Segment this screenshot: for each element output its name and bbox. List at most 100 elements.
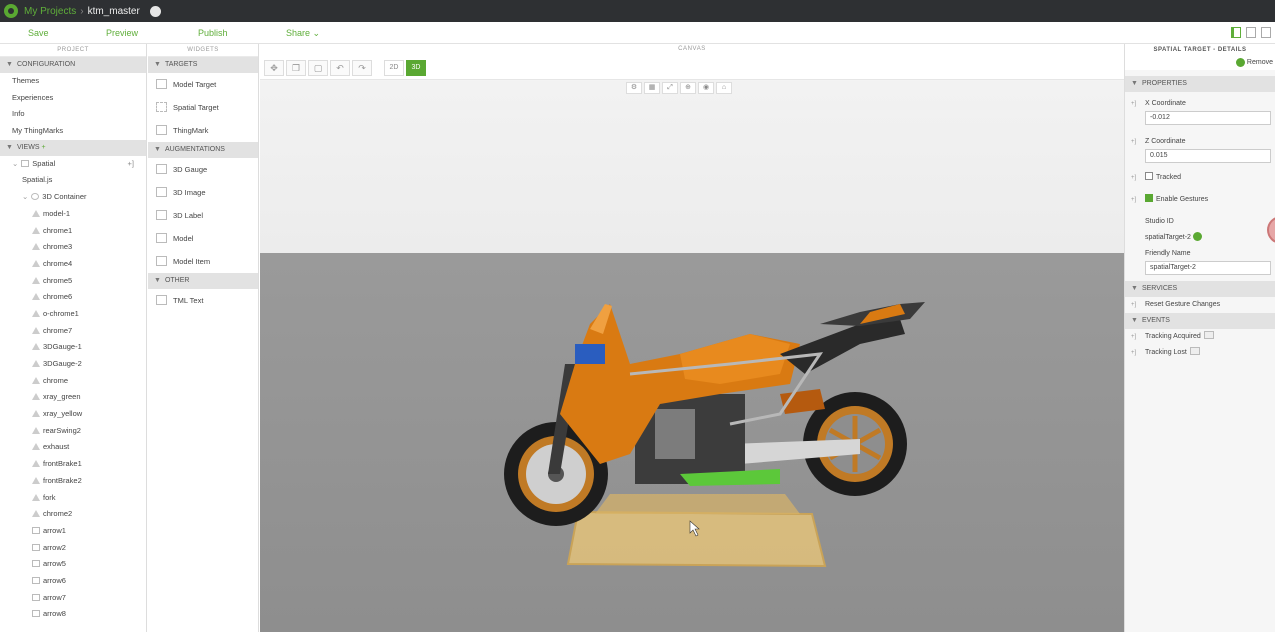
share-button[interactable]: Share ⌄: [286, 28, 320, 39]
copy-icon[interactable]: ❐: [286, 60, 306, 76]
tree-item[interactable]: xray_yellow: [0, 406, 146, 423]
tree-item[interactable]: fork: [0, 490, 146, 507]
layout-bottom-panel-icon[interactable]: [1246, 27, 1256, 38]
tree-item[interactable]: chrome: [0, 373, 146, 390]
binding-icon[interactable]: +]: [128, 156, 134, 173]
delete-icon[interactable]: ▢: [308, 60, 328, 76]
tree-item[interactable]: chrome7: [0, 323, 146, 340]
tree-item[interactable]: chrome5: [0, 273, 146, 290]
configuration-section-header[interactable]: ▼ CONFIGURATION: [0, 57, 146, 73]
configuration-item[interactable]: Themes: [0, 73, 146, 90]
configuration-item[interactable]: My ThingMarks: [0, 123, 146, 140]
app-logo-icon[interactable]: [4, 4, 18, 18]
tree-item[interactable]: chrome1: [0, 223, 146, 240]
tree-item[interactable]: 3DGauge-1: [0, 339, 146, 356]
services-section-header[interactable]: ▼ SERVICES: [1125, 281, 1275, 297]
binding-icon[interactable]: +]: [1131, 189, 1136, 211]
widget-item[interactable]: 3D Gauge: [148, 158, 258, 181]
redo-icon[interactable]: ↷: [352, 60, 372, 76]
info-icon[interactable]: [149, 5, 161, 17]
tree-item-label: chrome2: [43, 509, 73, 519]
targets-section-header[interactable]: ▼ TARGETS: [148, 57, 258, 73]
tree-item[interactable]: arrow6: [0, 573, 146, 590]
model-icon: [32, 209, 40, 217]
configuration-item[interactable]: Info: [0, 106, 146, 123]
tree-item[interactable]: frontBrake2: [0, 473, 146, 490]
properties-section-header[interactable]: ▼ PROPERTIES: [1125, 76, 1275, 92]
edit-pencil-icon[interactable]: [1192, 232, 1202, 241]
other-section-header[interactable]: ▼ OTHER: [148, 273, 258, 289]
configuration-item[interactable]: Experiences: [0, 90, 146, 107]
add-view-icon[interactable]: +: [41, 144, 45, 151]
publish-button[interactable]: Publish: [198, 28, 228, 38]
js-handler-icon[interactable]: [1203, 331, 1214, 339]
event-item[interactable]: +] Tracking Lost: [1125, 345, 1275, 361]
widget-item[interactable]: ThingMark: [148, 119, 258, 142]
mode-3d-button[interactable]: 3D: [406, 60, 426, 76]
tree-item[interactable]: chrome4: [0, 256, 146, 273]
event-item[interactable]: +] Tracking Acquired: [1125, 329, 1275, 345]
tree-item[interactable]: chrome6: [0, 289, 146, 306]
remove-button[interactable]: Remove: [1235, 58, 1273, 67]
breadcrumb-my-projects[interactable]: My Projects: [24, 6, 76, 17]
save-button[interactable]: Save: [28, 28, 49, 38]
settings-icon[interactable]: ⚙: [626, 82, 642, 94]
tree-item-spatial-js[interactable]: Spatial.js: [0, 172, 146, 189]
tree-item[interactable]: rearSwing2: [0, 423, 146, 440]
binding-icon[interactable]: +]: [1131, 297, 1136, 313]
augmentations-section-header[interactable]: ▼ AUGMENTATIONS: [148, 142, 258, 158]
tree-item[interactable]: arrow8: [0, 606, 146, 623]
tree-item[interactable]: chrome3: [0, 239, 146, 256]
mode-2d-button[interactable]: 2D: [384, 60, 404, 76]
motorcycle-model[interactable]: [260, 244, 1124, 624]
widget-item[interactable]: 3D Label: [148, 204, 258, 227]
binding-icon[interactable]: +]: [1131, 329, 1136, 345]
tree-item[interactable]: frontBrake1: [0, 456, 146, 473]
enable-gestures-checkbox[interactable]: [1145, 194, 1153, 202]
js-handler-icon[interactable]: [1189, 347, 1200, 355]
service-item[interactable]: +] Reset Gesture Changes: [1125, 297, 1275, 313]
widget-item[interactable]: Spatial Target: [148, 96, 258, 119]
grid-icon[interactable]: ▦: [644, 82, 660, 94]
spatial-target-plane[interactable]: [566, 510, 827, 568]
tree-item-3d-container[interactable]: ⌄ 3D Container: [0, 189, 146, 206]
tree-item[interactable]: 3DGauge-2: [0, 356, 146, 373]
views-section-header[interactable]: ▼ VIEWS +: [0, 139, 146, 156]
tree-item-spatial[interactable]: ⌄ Spatial +]: [0, 156, 146, 173]
friendly-name-input[interactable]: spatialTarget-2: [1145, 261, 1271, 275]
model-icon: [32, 276, 40, 284]
undo-icon[interactable]: ↶: [330, 60, 350, 76]
eye-icon[interactable]: ◉: [698, 82, 714, 94]
model-icon: [32, 309, 40, 317]
fit-view-icon[interactable]: ⤢: [662, 82, 678, 94]
binding-icon[interactable]: +]: [1131, 345, 1136, 361]
tree-item[interactable]: arrow7: [0, 590, 146, 607]
tree-item[interactable]: exhaust: [0, 439, 146, 456]
widget-item[interactable]: Model: [148, 227, 258, 250]
z-coordinate-input[interactable]: 0.015: [1145, 149, 1271, 163]
layout-right-panel-icon[interactable]: [1261, 27, 1271, 38]
widget-label: TML Text: [173, 296, 204, 305]
preview-button[interactable]: Preview: [106, 28, 138, 38]
binding-icon[interactable]: +]: [1131, 135, 1136, 149]
tracked-checkbox[interactable]: [1145, 172, 1153, 180]
events-section-header[interactable]: ▼ EVENTS: [1125, 313, 1275, 329]
tree-item[interactable]: arrow2: [0, 540, 146, 557]
widget-item[interactable]: TML Text: [148, 289, 258, 312]
widget-item[interactable]: Model Item: [148, 250, 258, 273]
widget-item[interactable]: Model Target: [148, 73, 258, 96]
tree-item[interactable]: xray_green: [0, 389, 146, 406]
layout-left-panel-icon[interactable]: [1231, 27, 1241, 38]
binding-icon[interactable]: +]: [1131, 97, 1136, 111]
tree-item[interactable]: arrow5: [0, 556, 146, 573]
camera-icon[interactable]: ⌂: [716, 82, 732, 94]
tree-item[interactable]: model-1: [0, 206, 146, 223]
x-coordinate-input[interactable]: -0.012: [1145, 111, 1271, 125]
tree-item[interactable]: chrome2: [0, 506, 146, 523]
binding-icon[interactable]: +]: [1131, 167, 1136, 189]
tree-item[interactable]: arrow1: [0, 523, 146, 540]
move-icon[interactable]: ✥: [264, 60, 284, 76]
tree-item[interactable]: o-chrome1: [0, 306, 146, 323]
zoom-icon[interactable]: ⊕: [680, 82, 696, 94]
widget-item[interactable]: 3D Image: [148, 181, 258, 204]
